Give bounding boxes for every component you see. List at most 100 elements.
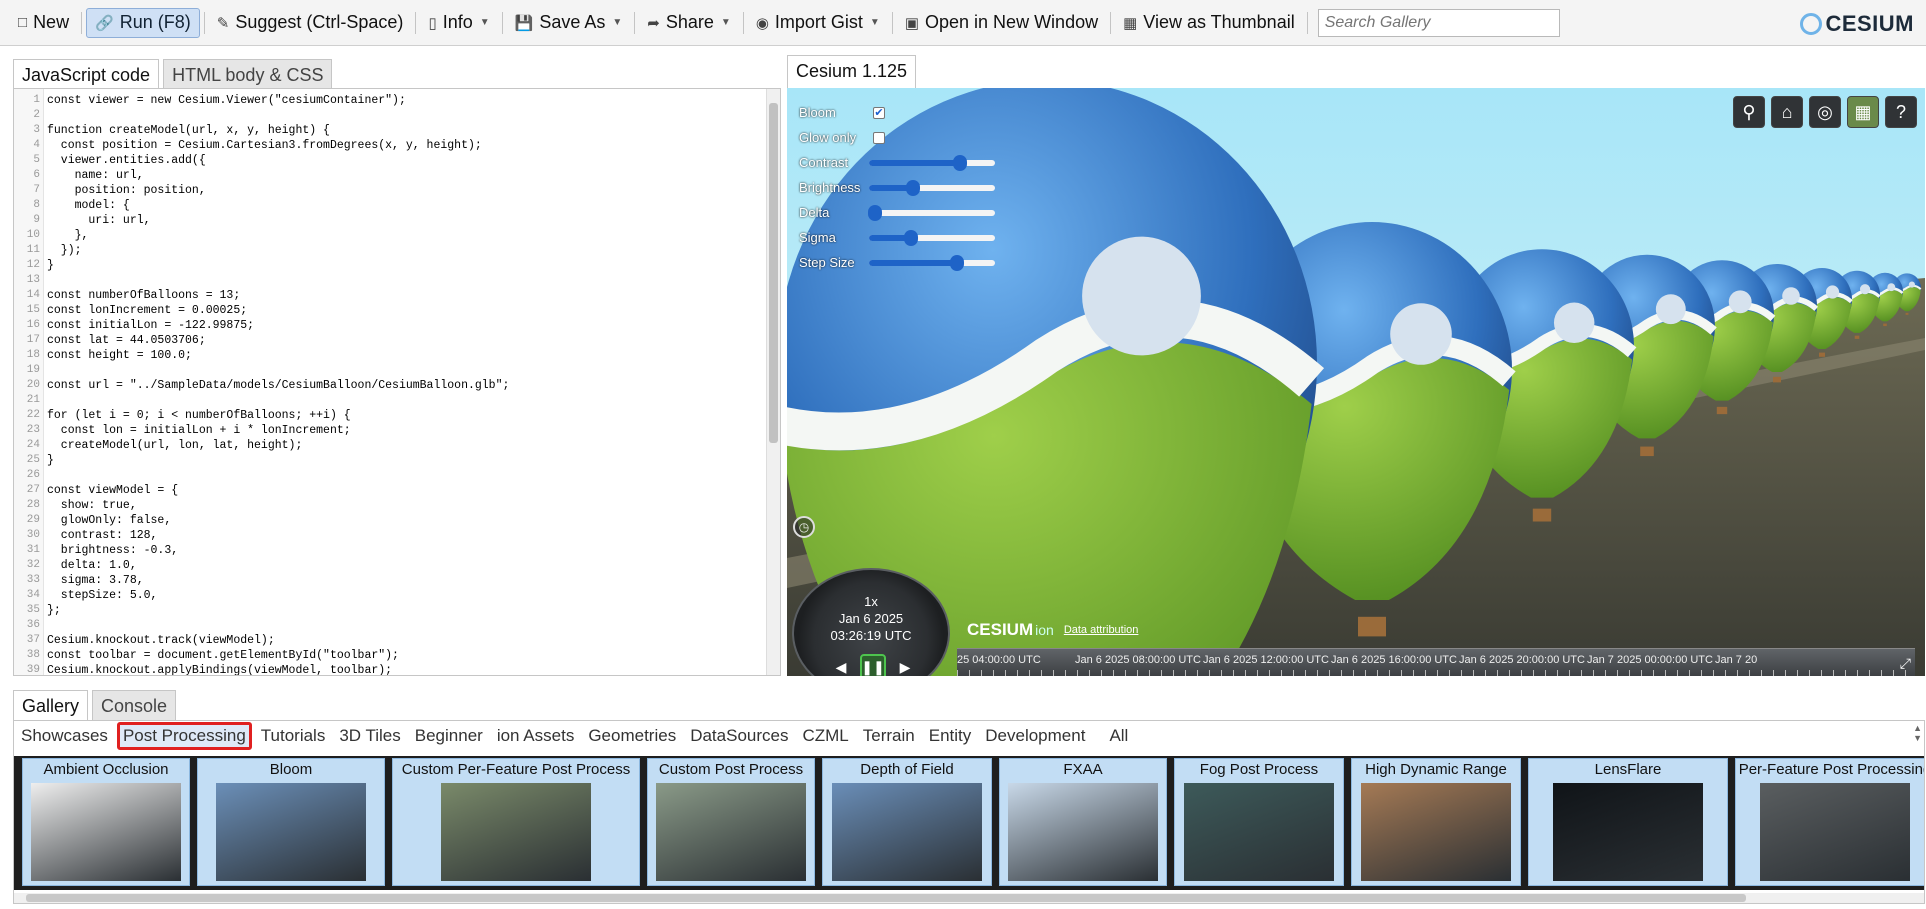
timeline[interactable]: 25 04:00:00 UTC Jan 6 2025 08:00:00 UTC Ja… [957, 648, 1915, 676]
editor-scrollbar-thumb[interactable] [769, 103, 778, 443]
viewer-toolbar: ⚲ ⌂ ◎ ▦ ? [1733, 96, 1917, 128]
thumbnail-title: Per-Feature Post Processing [1738, 761, 1924, 778]
tab-console[interactable]: Console [92, 690, 177, 720]
gallery-thumbnail[interactable]: Fog Post Process [1174, 758, 1344, 886]
cesium-viewer[interactable]: Bloom ✔ Glow only Contrast Brightness Delta… [787, 88, 1925, 676]
editor-scrollbar[interactable] [766, 89, 780, 675]
gallery-category-tutorials[interactable]: Tutorials [254, 726, 333, 746]
code-line: delta: 1.0, [47, 559, 137, 572]
category-scroll[interactable]: ▲ ▼ [1913, 723, 1922, 743]
gallery-thumbnail[interactable]: Ambient Occlusion [22, 758, 190, 886]
share-button[interactable]: ➦ Share ▼ [639, 8, 739, 38]
slider-knob[interactable] [952, 154, 967, 171]
fullscreen-icon[interactable]: ⤢ [1900, 655, 1911, 672]
gallery-thumbnail[interactable]: Bloom [197, 758, 385, 886]
line-number: 27 [26, 484, 40, 496]
gallery-category-3d-tiles[interactable]: 3D Tiles [332, 726, 407, 746]
tab-cesium-viewer[interactable]: Cesium 1.125 [787, 55, 917, 88]
import-gist-button[interactable]: ◉ Import Gist ▼ [748, 8, 888, 38]
slider-label: Delta [799, 205, 830, 220]
code-line: } [47, 259, 54, 272]
gallery-thumbnail[interactable]: Custom Post Process [647, 758, 815, 886]
slider-track[interactable] [868, 204, 995, 221]
glow-only-row: Glow only [799, 125, 995, 150]
gallery-category-development[interactable]: Development [978, 726, 1092, 746]
play-reverse-icon[interactable]: ◀ [828, 654, 854, 676]
gallery-scrollbar[interactable] [14, 893, 1924, 903]
gallery-category-post-processing[interactable]: Post Processing [116, 722, 252, 750]
code-line: const lonIncrement = 0.00025; [47, 304, 248, 317]
gallery-category-geometries[interactable]: Geometries [581, 726, 683, 746]
gallery-thumbnail[interactable]: FXAA [999, 758, 1167, 886]
gallery-category-terrain[interactable]: Terrain [856, 726, 922, 746]
slider-knob[interactable] [950, 254, 965, 271]
line-number: 11 [26, 244, 40, 256]
data-attribution-link[interactable]: Data attribution [1064, 624, 1139, 636]
gallery-thumbnail[interactable]: Per-Feature Post Processing [1735, 758, 1924, 886]
code-line: for (let i = 0; i < numberOfBalloons; ++… [47, 409, 351, 422]
line-number: 16 [26, 319, 40, 331]
thumbnail-image [441, 783, 591, 881]
toolbar-separator [203, 11, 205, 34]
code-line: sigma: 3.78, [47, 574, 144, 587]
thumbnail-image [216, 783, 366, 881]
new-button[interactable]: □ New [10, 8, 77, 38]
play-forward-icon[interactable]: ▶ [892, 654, 918, 676]
tab-javascript-code[interactable]: JavaScript code [13, 59, 160, 89]
open-new-window-button[interactable]: ▣ Open in New Window [897, 8, 1106, 38]
cesium-ion-logo: CESIUM [967, 620, 1034, 639]
gallery-category-all[interactable]: All [1102, 726, 1135, 746]
search-icon[interactable]: ⚲ [1733, 96, 1765, 128]
code-line: Cesium.knockout.applyBindings(viewModel,… [47, 664, 393, 676]
line-number: 5 [33, 154, 40, 166]
thumbnail-title: FXAA [1063, 761, 1103, 778]
gallery-category-entity[interactable]: Entity [922, 726, 979, 746]
search-gallery-input[interactable] [1317, 8, 1560, 37]
timeline-label: Jan 7 20 [1715, 654, 1758, 666]
suggest-button[interactable]: ✎ Suggest (Ctrl-Space) [209, 8, 412, 38]
line-number: 37 [26, 634, 40, 646]
help-icon[interactable]: ? [1885, 96, 1917, 128]
tab-html-css[interactable]: HTML body & CSS [163, 59, 333, 89]
slider-knob[interactable] [903, 229, 918, 246]
globe-icon[interactable]: ◎ [1809, 96, 1841, 128]
gallery-thumbnail[interactable]: Custom Per-Feature Post Process [392, 758, 640, 886]
new-file-icon: □ [18, 14, 28, 31]
gallery-category-ion-assets[interactable]: ion Assets [490, 726, 582, 746]
run-button[interactable]: 🔗 Run (F8) [86, 7, 200, 38]
slider-track[interactable] [869, 229, 995, 246]
gallery-thumbnail[interactable]: LensFlare [1528, 758, 1728, 886]
slider-knob[interactable] [906, 179, 921, 196]
code-content[interactable]: const viewer = new Cesium.Viewer("cesium… [47, 93, 509, 676]
editor-tabs: JavaScript code HTML body & CSS [13, 59, 333, 89]
cesium-logo: CESIUM [1800, 11, 1914, 37]
cesium-logo-icon [1800, 13, 1823, 35]
slider-track[interactable] [869, 154, 995, 171]
gallery-category-datasources[interactable]: DataSources [683, 726, 795, 746]
slider-track[interactable] [869, 179, 995, 196]
clock-icon[interactable]: ◷ [793, 516, 815, 538]
pause-icon[interactable]: ❚❚ [860, 654, 886, 676]
info-button[interactable]: ▯ Info ▼ [420, 8, 497, 38]
tab-gallery[interactable]: Gallery [13, 690, 89, 720]
slider-knob[interactable] [868, 204, 883, 221]
slider-track[interactable] [869, 254, 995, 271]
view-thumbnail-button[interactable]: ▦ View as Thumbnail [1115, 8, 1303, 38]
gallery-category-showcases[interactable]: Showcases [14, 726, 115, 746]
gallery-thumbnail[interactable]: Depth of Field [822, 758, 992, 886]
home-icon[interactable]: ⌂ [1771, 96, 1803, 128]
thumbnail-title: Bloom [269, 761, 313, 778]
glow-only-checkbox[interactable] [873, 131, 885, 144]
bloom-checkbox[interactable]: ✔ [873, 106, 885, 119]
gallery-category-czml[interactable]: CZML [795, 726, 855, 746]
gallery-scrollbar-thumb[interactable] [26, 894, 1746, 902]
code-line: createModel(url, lon, lat, height); [47, 439, 303, 452]
layers-icon[interactable]: ▦ [1847, 96, 1879, 128]
line-number: 21 [26, 394, 40, 406]
save-as-button[interactable]: 💾 Save As ▼ [507, 8, 631, 38]
line-number: 15 [26, 304, 40, 316]
gallery-category-beginner[interactable]: Beginner [408, 726, 490, 746]
code-editor[interactable]: 1 2 3 4 5 6 7 8 9 10 11 12 13 14 15 16 17 18 19 20 21 22 23 24 2… [13, 88, 781, 676]
gallery-thumbnail[interactable]: High Dynamic Range [1351, 758, 1521, 886]
line-number: 8 [33, 199, 40, 211]
